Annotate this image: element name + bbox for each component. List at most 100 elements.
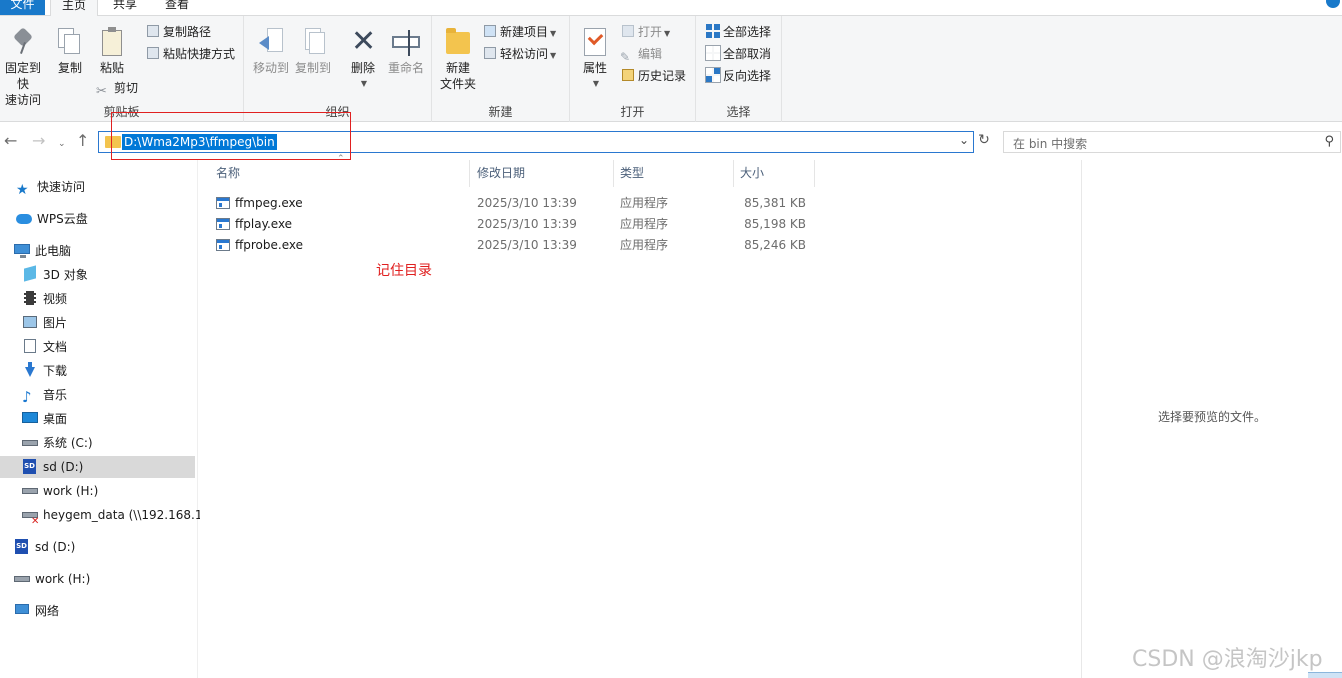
music-note-icon: ♪	[22, 388, 32, 406]
tab-home[interactable]: 主页	[50, 0, 98, 17]
nav-this-pc[interactable]: 此电脑	[14, 240, 71, 262]
forward-arrow-icon[interactable]: →	[32, 132, 45, 150]
sd-card-icon: SD	[22, 458, 38, 474]
history-label: 历史记录	[638, 69, 687, 83]
nav-network[interactable]: 网络	[14, 600, 59, 622]
file-date: 2025/3/10 13:39	[477, 196, 577, 210]
view-toggle-details-icon[interactable]	[1308, 672, 1342, 678]
properties-dropdown-icon[interactable]: ▼	[580, 76, 612, 92]
nav-drive-c[interactable]: 系统 (C:)	[22, 432, 93, 454]
edit-button[interactable]: ✎ 编辑	[620, 44, 662, 64]
copy-label: 复制	[57, 61, 82, 75]
column-header-name[interactable]: 名称	[210, 160, 470, 187]
delete-button[interactable]: ✕ 删除 ▼	[346, 26, 380, 92]
file-name: ffprobe.exe	[235, 238, 303, 252]
invert-selection-icon	[705, 67, 721, 83]
delete-dropdown-icon[interactable]: ▼	[348, 76, 380, 92]
nav-music[interactable]: ♪ 音乐	[22, 384, 67, 406]
copy-button[interactable]: 复制	[54, 26, 86, 76]
tab-file[interactable]: 文件	[0, 0, 45, 15]
new-item-dropdown-icon: ▼	[550, 29, 557, 38]
tab-view[interactable]: 查看	[156, 0, 198, 15]
back-arrow-icon[interactable]: ←	[4, 132, 17, 150]
paste-shortcut-label: 粘贴快捷方式	[163, 47, 236, 61]
pin-icon	[7, 26, 39, 58]
file-name-cell: ffprobe.exe	[216, 235, 303, 256]
copy-to-icon	[297, 26, 329, 58]
refresh-icon[interactable]: ↻	[976, 132, 992, 150]
pin-quick-access-button[interactable]: 固定到快 速访问	[0, 26, 46, 108]
delete-label: 删除	[350, 61, 375, 75]
history-button[interactable]: 历史记录	[620, 66, 686, 86]
video-film-icon	[22, 290, 38, 306]
new-folder-button[interactable]: 新建 文件夹	[438, 26, 478, 92]
file-row[interactable]: ffprobe.exe 2025/3/10 13:39 应用程序 85,246 …	[214, 235, 1014, 256]
move-to-label: 移动到	[252, 61, 289, 75]
csdn-watermark: CSDN @浪淘沙jkp	[1132, 647, 1323, 672]
column-header-type[interactable]: 类型	[614, 160, 734, 187]
easy-access-label: 轻松访问	[500, 47, 549, 61]
recent-locations-chevron-icon[interactable]: ⌄	[58, 135, 66, 153]
new-item-button[interactable]: 新建项目 ▼	[482, 22, 556, 42]
select-group-label: 选择	[726, 105, 751, 119]
paste-shortcut-icon	[145, 45, 161, 61]
select-all-label: 全部选择	[723, 25, 772, 39]
nav-documents[interactable]: 文档	[22, 336, 67, 358]
paste-label: 粘贴	[99, 61, 124, 75]
edit-pencil-icon: ✎	[620, 50, 631, 64]
invert-selection-button[interactable]: 反向选择	[705, 66, 771, 86]
paste-button[interactable]: 粘贴	[96, 26, 128, 76]
properties-label: 属性	[582, 61, 607, 75]
select-all-button[interactable]: 全部选择	[705, 22, 771, 42]
easy-access-icon	[482, 45, 498, 61]
copy-path-button[interactable]: 复制路径	[145, 22, 211, 42]
nav-desktop[interactable]: 桌面	[22, 408, 67, 430]
nav-videos[interactable]: 视频	[22, 288, 67, 310]
search-icon[interactable]: ⚲	[1324, 134, 1334, 149]
tab-share[interactable]: 共享	[104, 0, 146, 15]
column-header-date[interactable]: 修改日期	[471, 160, 614, 187]
copy-to-button[interactable]: 复制到	[294, 26, 332, 76]
easy-access-button[interactable]: 轻松访问 ▼	[482, 44, 556, 64]
nav-pictures[interactable]: 图片	[22, 312, 67, 334]
nav-drive-h-label: work (H:)	[43, 484, 99, 498]
open-button[interactable]: 打开 ▼	[620, 22, 670, 42]
sd-card-icon: SD	[14, 538, 30, 554]
nav-network-drive[interactable]: heygem_data (\\192.168.1	[22, 504, 202, 533]
address-dropdown-chevron-icon[interactable]: ⌄	[959, 133, 969, 147]
file-row[interactable]: ffmpeg.exe 2025/3/10 13:39 应用程序 85,381 K…	[214, 193, 1014, 214]
new-folder-label-line1: 新建	[445, 61, 470, 75]
select-all-icon	[705, 23, 721, 39]
rename-button[interactable]: 重命名	[386, 26, 426, 76]
nav-quick-access[interactable]: ★ 快速访问	[16, 176, 85, 198]
cut-button[interactable]: ✂ 剪切	[96, 78, 138, 99]
edit-label: 编辑	[638, 47, 663, 61]
column-header-size[interactable]: 大小	[734, 160, 815, 187]
rename-label: 重命名	[387, 61, 424, 75]
nav-drive-d-root[interactable]: SD sd (D:)	[14, 536, 75, 558]
nav-downloads[interactable]: 下载	[22, 360, 67, 382]
picture-icon	[22, 314, 38, 330]
properties-button[interactable]: 属性 ▼	[578, 26, 612, 92]
nav-3d-objects[interactable]: 3D 对象	[22, 264, 88, 286]
annotation-remember-directory: 记住目录	[376, 263, 432, 279]
new-group-label: 新建	[488, 105, 513, 119]
nav-drive-d[interactable]: SD sd (D:)	[0, 456, 195, 478]
new-item-label: 新建项目	[500, 25, 549, 39]
navigation-pane: ★ 快速访问 WPS云盘 此电脑 3D 对象 视频 图片 文档 下载 ♪ 音乐 桌面…	[0, 160, 202, 678]
move-to-button[interactable]: 移动到	[252, 26, 290, 76]
paste-shortcut-button[interactable]: 粘贴快捷方式	[145, 44, 235, 64]
file-name: ffmpeg.exe	[235, 196, 303, 210]
nav-drive-h-root[interactable]: work (H:)	[14, 568, 90, 590]
nav-drive-c-label: 系统 (C:)	[43, 436, 93, 450]
nav-drive-h[interactable]: work (H:)	[22, 480, 98, 502]
up-arrow-icon[interactable]: ↑	[76, 132, 89, 150]
nav-wps-cloud[interactable]: WPS云盘	[16, 208, 88, 230]
file-list: ⌃ 名称 修改日期 类型 大小 ffmpeg.exe 2025/3/10 13:…	[200, 154, 1080, 678]
search-box[interactable]: 在 bin 中搜索 ⚲	[1003, 131, 1341, 153]
file-row[interactable]: ffplay.exe 2025/3/10 13:39 应用程序 85,198 K…	[214, 214, 1014, 235]
new-item-icon	[482, 23, 498, 39]
help-icon[interactable]	[1326, 0, 1340, 8]
file-type: 应用程序	[620, 217, 669, 231]
select-none-button[interactable]: 全部取消	[705, 44, 771, 64]
